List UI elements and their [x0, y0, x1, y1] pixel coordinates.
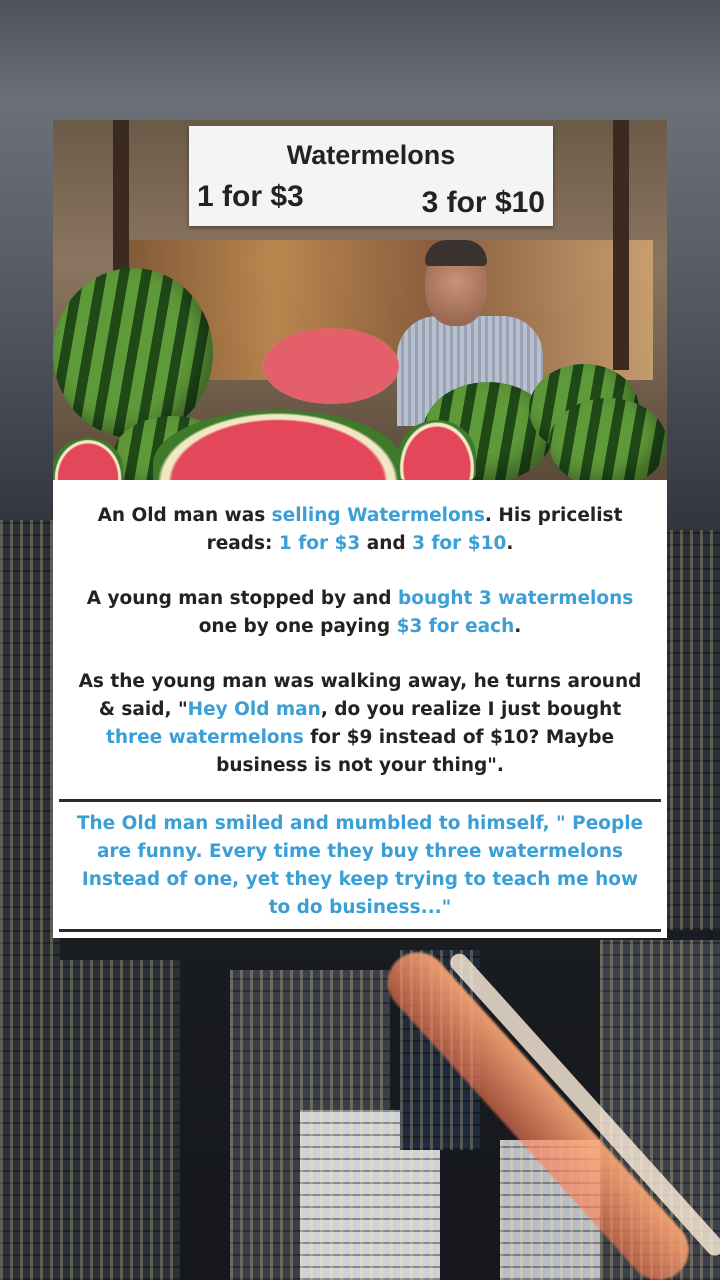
sign-title: Watermelons [286, 140, 456, 170]
building [0, 520, 60, 1280]
watermelon [53, 268, 213, 438]
paragraph-intro: An Old man was selling Watermelons. His … [97, 505, 623, 554]
watermelon-stand-photo: Watermelons 1 for $3 3 for $10 [53, 120, 667, 480]
paragraph-purchase: A young man stopped by and bought 3 wate… [86, 588, 634, 637]
building [660, 530, 720, 930]
watermelon [549, 398, 667, 480]
cut-watermelon [263, 328, 399, 404]
price-sign: Watermelons 1 for $3 3 for $10 [189, 126, 553, 226]
paragraph-remark: As the young man was walking away, he tu… [78, 671, 642, 776]
building [60, 960, 180, 1280]
vendor-hair [425, 240, 487, 266]
story-card: Watermelons 1 for $3 3 for $10 An Old ma… [53, 120, 667, 938]
closing-quote: The Old man smiled and mumbled to himsel… [76, 813, 644, 918]
stall-post [613, 120, 629, 370]
divider-bottom [59, 929, 661, 932]
divider-top [59, 799, 661, 802]
sign-bulk-price: 3 for $10 [421, 186, 545, 219]
watermelon-slice [53, 438, 123, 480]
sign-single-price: 1 for $3 [197, 180, 304, 213]
